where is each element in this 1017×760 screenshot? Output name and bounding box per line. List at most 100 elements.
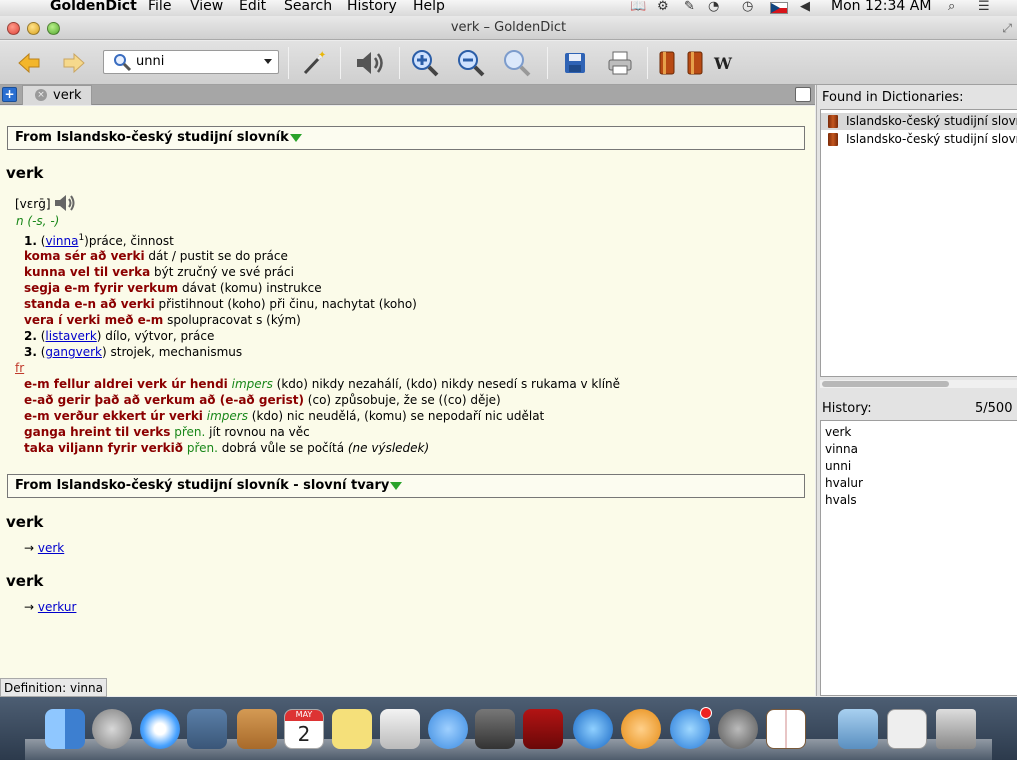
history-item[interactable]: hvals [821, 492, 1017, 509]
chevron-down-icon[interactable] [264, 59, 272, 64]
photo-booth-icon[interactable] [523, 709, 563, 749]
fullscreen-icon[interactable]: ⤢ [1002, 21, 1012, 36]
pen-menu-icon[interactable]: ✎ [684, 0, 695, 14]
trash-icon[interactable] [936, 709, 976, 749]
search-input-value: unni [136, 54, 165, 69]
finder-icon[interactable] [45, 709, 85, 749]
history-item[interactable]: verk [821, 424, 1017, 441]
dictionary-menu-icon[interactable]: 📖 [630, 0, 646, 14]
link-verk[interactable]: verk [38, 541, 64, 555]
search-input[interactable]: unni [103, 50, 279, 74]
dictionary-header-2[interactable]: From Islandsko-český studijní slovník - … [7, 474, 805, 498]
sense-1-number: 1. [24, 234, 37, 248]
zoom-in-icon[interactable] [410, 49, 440, 77]
phrase-icelandic: e-að gerir það að verkum að (e-að gerist… [24, 393, 304, 407]
system-preferences-icon[interactable] [718, 709, 758, 749]
itunes-icon[interactable] [573, 709, 613, 749]
menu-edit[interactable]: Edit [239, 0, 266, 14]
collapse-arrow-icon[interactable] [289, 134, 302, 142]
dictionary-app-icon[interactable] [766, 709, 806, 749]
arrow-icon: → [24, 541, 35, 555]
zoom-reset-icon[interactable] [502, 49, 532, 77]
time-machine-icon[interactable]: ◷ [742, 0, 753, 14]
history-item[interactable]: hvalur [821, 475, 1017, 492]
app-menu[interactable]: GoldenDict [50, 0, 137, 14]
history-item[interactable]: unni [821, 458, 1017, 475]
close-tab-icon[interactable]: × [35, 89, 47, 101]
article-view[interactable]: From Islandsko-český studijní slovník ve… [0, 106, 815, 696]
wikipedia-icon[interactable]: W [708, 49, 738, 77]
phrase-icelandic: standa e-n að verki [24, 297, 155, 311]
mail-icon[interactable] [187, 709, 227, 749]
sense-1-text: )práce, činnost [84, 234, 174, 248]
dictionary-book-icon[interactable] [652, 49, 682, 77]
phrase-icelandic: ganga hreint til verks [24, 425, 171, 439]
calendar-icon[interactable]: MAY 2 [284, 709, 324, 749]
new-tab-button[interactable]: + [2, 87, 17, 102]
history-item-label: unni [825, 459, 852, 473]
applications-folder-icon[interactable] [838, 709, 878, 749]
horizontal-scrollbar[interactable] [820, 380, 1017, 388]
found-dictionary-item[interactable]: Islandsko-český studijní slovník - slovn… [821, 131, 1017, 148]
sense-3-number: 3. [24, 345, 37, 359]
history-list[interactable]: verk vinna unni hvalur hvals [820, 420, 1017, 696]
gear-menu-icon[interactable]: ⚙ [657, 0, 669, 14]
spotlight-icon[interactable]: ⌕ [948, 0, 955, 14]
scrollbar-thumb[interactable] [822, 381, 949, 387]
link-gangverk[interactable]: gangverk [45, 345, 102, 359]
menu-search[interactable]: Search [284, 0, 332, 14]
menu-view[interactable]: View [190, 0, 223, 14]
speaker-icon[interactable] [354, 49, 384, 77]
forward-arrow-icon[interactable] [59, 49, 89, 77]
preview-icon[interactable] [380, 709, 420, 749]
back-arrow-icon[interactable] [14, 49, 44, 77]
magic-wand-icon[interactable]: ✦ [299, 49, 329, 77]
found-dictionary-item[interactable]: Islandsko-český studijní slovník [821, 113, 1017, 130]
phrase-icelandic: e-m verður ekkert úr verki [24, 409, 203, 423]
dictionary-book-forms-icon[interactable] [680, 49, 710, 77]
facetime-icon[interactable] [475, 709, 515, 749]
toolbar: unni ✦ W [0, 41, 1017, 85]
zoom-out-icon[interactable] [456, 49, 486, 77]
contacts-icon[interactable] [237, 709, 277, 749]
tab-list-icon[interactable] [795, 87, 811, 102]
collapse-arrow-icon[interactable] [390, 482, 403, 490]
menu-history[interactable]: History [347, 0, 397, 14]
phrase-note: impers [231, 377, 273, 391]
wifi-icon[interactable]: ◔ [708, 0, 719, 14]
menu-file[interactable]: File [148, 0, 171, 14]
menubar-clock[interactable]: Mon 12:34 AM [831, 0, 931, 14]
window-titlebar: verk – GoldenDict ⤢ [0, 16, 1017, 40]
link-verkur[interactable]: verkur [38, 600, 77, 614]
phrase-icelandic: kunna vel til verka [24, 265, 151, 279]
print-icon[interactable] [605, 49, 635, 77]
dictionary-header-1[interactable]: From Islandsko-český studijní slovník [7, 126, 805, 150]
dictionary-name-1: From Islandsko-český studijní slovník [15, 130, 289, 145]
dock: MAY 2 [0, 697, 1017, 760]
found-dictionaries-list[interactable]: Islandsko-český studijní slovník Islands… [820, 109, 1017, 377]
ibooks-icon[interactable] [621, 709, 661, 749]
phrase-row: taka viljann fyrir verkið přen. dobrá vů… [24, 441, 429, 455]
link-vinna[interactable]: vinna [45, 234, 78, 248]
phrase-czech: dobrá vůle se počítá [217, 441, 348, 455]
sense-3-text: ) strojek, mechanismus [101, 345, 243, 359]
launchpad-icon[interactable] [92, 709, 132, 749]
link-fr[interactable]: fr [15, 361, 24, 375]
menu-help[interactable]: Help [413, 0, 445, 14]
czech-flag-icon[interactable] [770, 2, 788, 14]
wikipedia-label: W [714, 53, 732, 73]
history-item[interactable]: vinna [821, 441, 1017, 458]
notes-icon[interactable] [332, 709, 372, 749]
volume-menu-icon[interactable]: ◀ [800, 0, 810, 14]
tab-verk[interactable]: × verk [22, 85, 92, 105]
messages-icon[interactable] [428, 709, 468, 749]
notification-center-icon[interactable]: ☰ [978, 0, 990, 14]
phrase-icelandic: taka viljann fyrir verkið [24, 441, 183, 455]
phrase-czech: jít rovnou na věc [205, 425, 310, 439]
documents-stack-icon[interactable] [887, 709, 927, 749]
link-listaverk[interactable]: listaverk [45, 329, 96, 343]
phrase-icelandic: segja e-m fyrir verkum [24, 281, 179, 295]
save-icon[interactable] [560, 49, 590, 77]
safari-icon[interactable] [140, 709, 180, 749]
sense-2-text: ) dílo, výtvor, práce [96, 329, 215, 343]
